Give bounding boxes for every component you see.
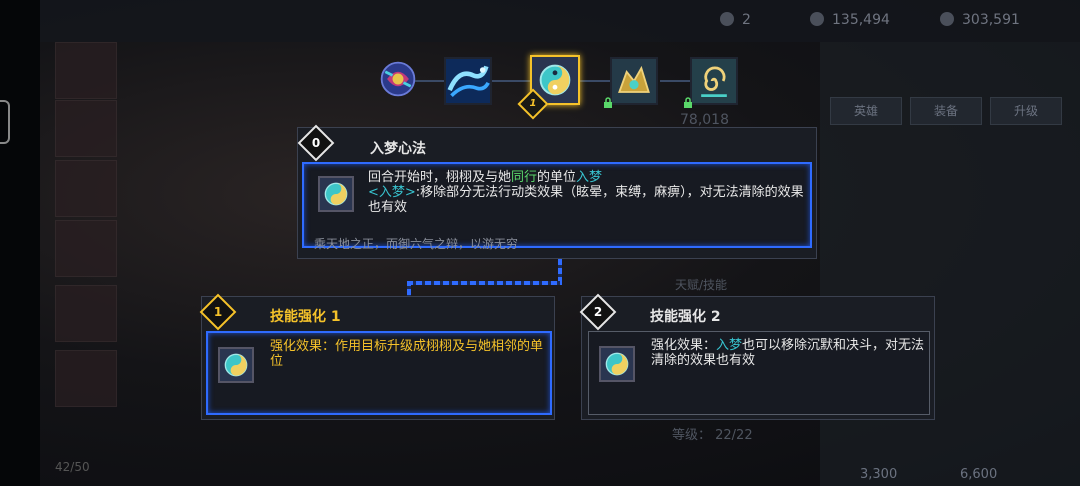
main-skill-description: 回合开始时，栩栩及与她同行的单位入梦 <入梦>:移除部分无法行动类效果（眩晕，束… <box>368 170 804 215</box>
roster-card <box>55 42 117 99</box>
gem-icon <box>720 12 734 26</box>
top-resource-bar: 2 135,494 303,591 <box>40 0 1080 42</box>
skill-icon-2[interactable] <box>444 57 492 105</box>
roster-card <box>55 350 117 407</box>
upgrade-1-description: 强化效果：作用目标升级成栩栩及与她相邻的单位 <box>270 339 544 369</box>
tab-equip: 装备 <box>910 97 982 125</box>
skill-thumbnail <box>218 347 254 383</box>
upgrade-panel-2[interactable]: 2 技能强化 2 强化效果：入梦也可以移除沉默和决斗，对无法清除的效果也有效 <box>579 293 935 420</box>
dream-yinyang-icon <box>324 182 348 206</box>
skill-thumbnail <box>318 176 354 212</box>
hero-power: 78,018 <box>680 112 729 128</box>
upgrade-panel-1[interactable]: 1 技能强化 1 强化效果：作用目标升级成栩栩及与她相邻的单位 <box>199 293 555 420</box>
skill-section-label: 天赋/技能 <box>675 278 728 292</box>
resource-coin: 135,494 <box>810 12 890 28</box>
roster-card <box>55 285 117 342</box>
lock-icon <box>684 97 692 108</box>
skill-thumbnail <box>599 346 635 382</box>
roster-card <box>55 220 117 277</box>
lock-icon <box>604 97 612 108</box>
roster-count: 42/50 <box>55 460 90 474</box>
dream-yinyang-icon <box>605 352 629 376</box>
upgrade-level-badge: 2 <box>579 293 617 331</box>
edge-handle[interactable] <box>0 100 10 144</box>
tab-hero: 英雄 <box>830 97 902 125</box>
main-skill-panel: 0 入梦心法 回合开始时，栩栩及与她同行的单位入梦 <入梦>:移除部分无法行动类… <box>297 124 817 259</box>
roster-card <box>55 160 117 217</box>
upgrade-2-title: 技能强化 2 <box>650 309 721 325</box>
coin-icon <box>810 12 824 26</box>
main-skill-title: 入梦心法 <box>370 141 426 157</box>
gold-icon <box>940 12 954 26</box>
upgrade-1-title: 技能强化 1 <box>270 309 341 325</box>
spiral-shell-icon <box>692 59 736 103</box>
tree-connector <box>558 259 562 283</box>
level-text: 等级： 22/22 <box>672 428 753 443</box>
upgrade-2-desc-box: 强化效果：入梦也可以移除沉默和决斗，对无法清除的效果也有效 <box>588 331 930 415</box>
left-system-bar <box>0 0 40 486</box>
resource-gold: 303,591 <box>940 12 1020 28</box>
tab-upgrade: 升级 <box>990 97 1062 125</box>
skill-icon-1[interactable] <box>376 57 420 101</box>
skill-icon-5[interactable] <box>690 57 738 105</box>
dream-yinyang-icon <box>224 353 248 377</box>
upgrade-2-description: 强化效果：入梦也可以移除沉默和决斗，对无法清除的效果也有效 <box>651 338 925 368</box>
tree-connector <box>407 281 562 285</box>
upgrade-level-badge: 1 <box>199 293 237 331</box>
skill-selector: 1 <box>370 55 750 120</box>
skill-level-badge: 0 <box>297 124 335 162</box>
flavor-text: 乘天地之正，而御六气之辩，以游无穷 <box>314 237 519 251</box>
golden-beast-icon <box>612 59 656 103</box>
resource-gem: 2 <box>720 12 751 28</box>
upgrade-1-desc-box: 强化效果：作用目标升级成栩栩及与她相邻的单位 <box>206 331 552 415</box>
cost-a: 3,300 <box>860 467 898 482</box>
dragon-wave-icon <box>446 59 490 103</box>
cost-b: 6,600 <box>960 467 998 482</box>
skill-link <box>490 80 530 82</box>
swirl-emblem-icon <box>380 61 416 97</box>
skill-icon-4[interactable] <box>610 57 658 105</box>
roster-card <box>55 100 117 157</box>
